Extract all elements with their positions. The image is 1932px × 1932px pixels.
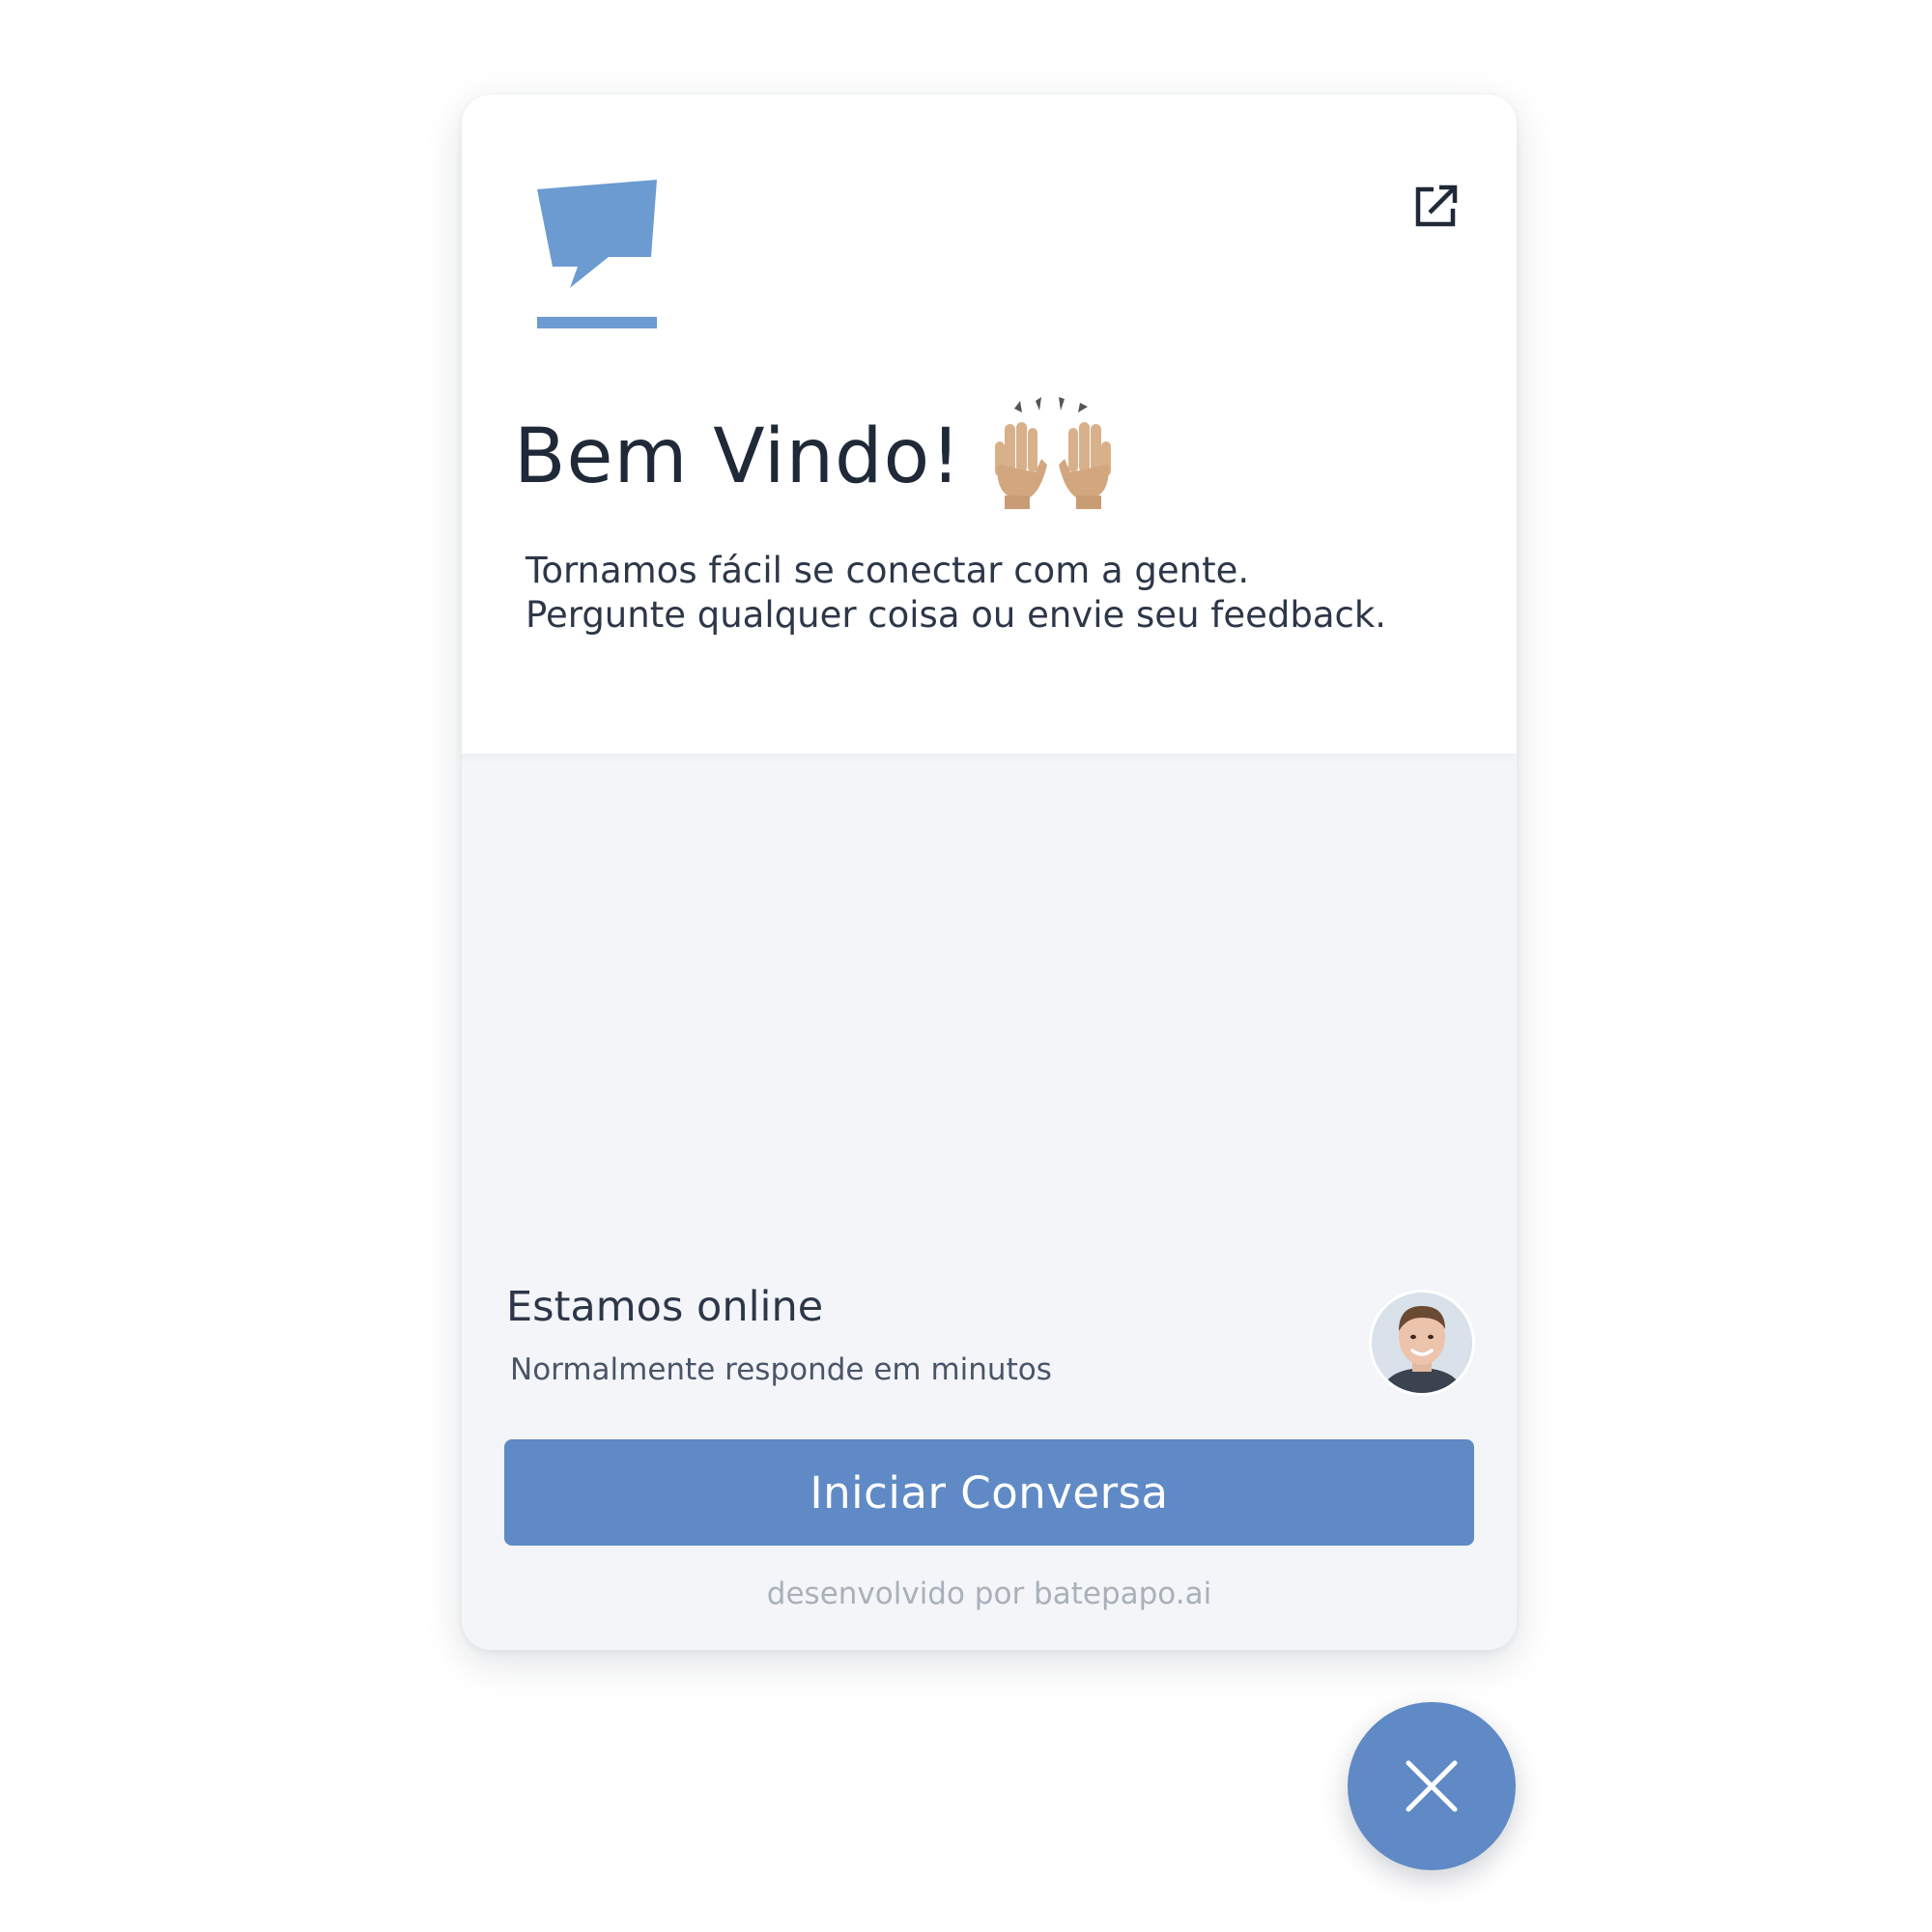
widget-header: Bem Vindo! Tornamos fácil se conectar co… <box>462 95 1517 753</box>
welcome-title: Bem Vindo! <box>514 413 962 500</box>
status-subtitle: Normalmente responde em minutos <box>510 1352 1052 1387</box>
intro-line: Tornamos fácil se conectar com a gente. <box>526 550 1250 591</box>
agent-avatar-image <box>1372 1293 1472 1393</box>
intro-text: Tornamos fácil se conectar com a gente. … <box>526 549 1472 638</box>
chat-bubble-logo-icon <box>537 180 657 328</box>
chat-widget: Bem Vindo! Tornamos fácil se conectar co… <box>462 95 1517 1650</box>
agent-avatar <box>1372 1293 1472 1393</box>
intro-line: Pergunte qualquer coisa ou envie seu fee… <box>526 594 1387 636</box>
welcome-row: Bem Vindo! <box>514 384 1115 529</box>
close-icon <box>1406 1760 1458 1812</box>
external-link-icon[interactable] <box>1412 184 1459 230</box>
start-conversation-button[interactable]: Iniciar Conversa <box>504 1439 1474 1546</box>
raised-hands-icon <box>994 397 1111 509</box>
powered-by-text[interactable]: desenvolvido por batepapo.ai <box>462 1577 1517 1611</box>
status-title: Estamos online <box>506 1283 824 1331</box>
close-widget-button[interactable] <box>1348 1702 1516 1870</box>
